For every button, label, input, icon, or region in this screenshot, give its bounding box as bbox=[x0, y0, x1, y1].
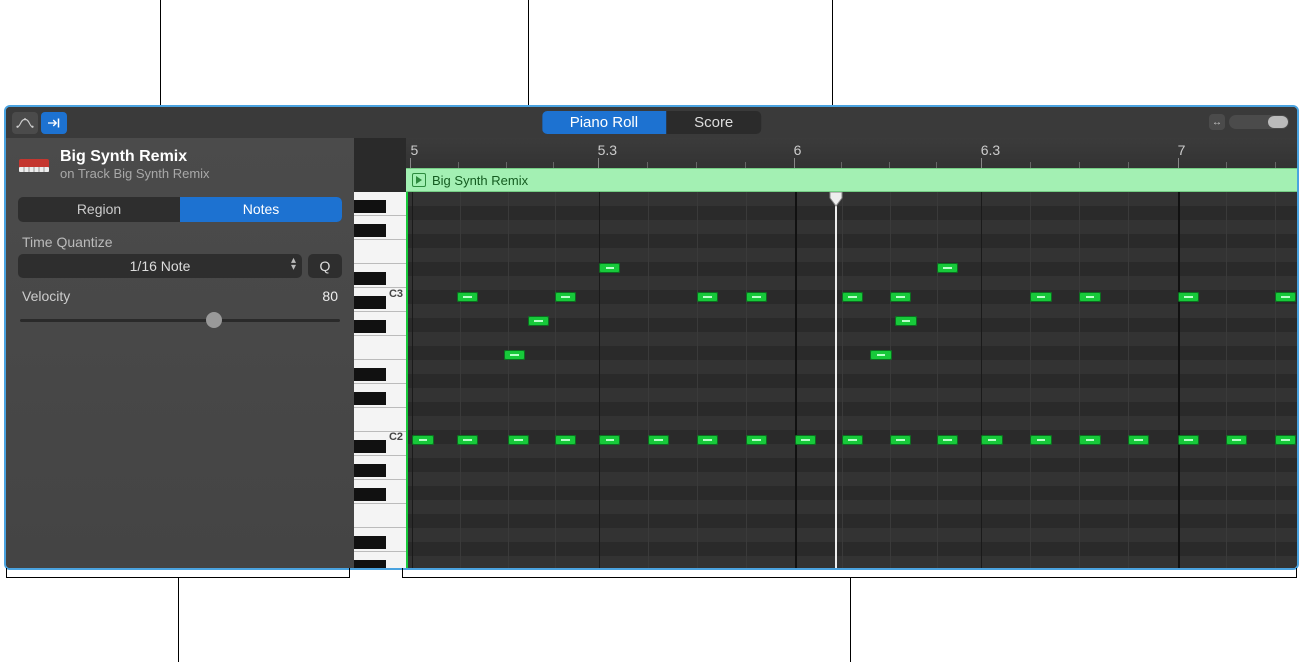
zoom-track bbox=[1229, 115, 1289, 129]
callout-line bbox=[528, 0, 529, 105]
quantize-label: Time Quantize bbox=[6, 222, 354, 254]
ruler-bar-label: 5 bbox=[410, 142, 418, 158]
chevron-updown-icon: ▴▾ bbox=[291, 257, 296, 271]
tab-region[interactable]: Region bbox=[18, 197, 180, 222]
midi-note[interactable] bbox=[457, 435, 478, 445]
tab-notes[interactable]: Notes bbox=[180, 197, 342, 222]
piano-keyboard[interactable]: C3 C2 bbox=[354, 192, 406, 568]
callout-bracket bbox=[402, 568, 1297, 578]
quantize-value: 1/16 Note bbox=[130, 258, 191, 274]
quantize-select[interactable]: 1/16 Note ▴▾ bbox=[18, 254, 302, 278]
midi-note[interactable] bbox=[842, 292, 863, 302]
callout-line bbox=[160, 0, 161, 105]
midi-note[interactable] bbox=[599, 263, 620, 273]
zoom-arrows-icon: ↔ bbox=[1209, 114, 1225, 130]
midi-note[interactable] bbox=[746, 435, 767, 445]
playhead-marker-icon bbox=[828, 192, 844, 208]
midi-note[interactable] bbox=[1275, 435, 1296, 445]
instrument-keyboard-icon bbox=[18, 153, 52, 177]
view-mode-segmented: Piano Roll Score bbox=[542, 111, 762, 134]
midi-note[interactable] bbox=[1079, 435, 1100, 445]
midi-note[interactable] bbox=[697, 435, 718, 445]
track-subtitle: on Track Big Synth Remix bbox=[60, 166, 210, 181]
midi-note[interactable] bbox=[870, 350, 891, 360]
key-label: C3 bbox=[389, 288, 403, 300]
midi-note[interactable] bbox=[1030, 435, 1051, 445]
ruler-bar-label: 6.3 bbox=[981, 142, 1000, 158]
midi-note[interactable] bbox=[697, 292, 718, 302]
tab-piano-roll[interactable]: Piano Roll bbox=[542, 111, 666, 134]
playhead[interactable] bbox=[835, 192, 837, 568]
midi-note[interactable] bbox=[504, 350, 525, 360]
callout-line bbox=[178, 578, 179, 662]
toolbar: Piano Roll Score ↔ bbox=[6, 107, 1297, 138]
inspector-panel: Big Synth Remix on Track Big Synth Remix… bbox=[6, 138, 354, 568]
time-ruler[interactable]: 5 5.3 6 6.3 7 bbox=[406, 138, 1297, 168]
midi-note[interactable] bbox=[1226, 435, 1247, 445]
region-strip[interactable]: Big Synth Remix bbox=[406, 168, 1297, 192]
midi-note[interactable] bbox=[648, 435, 669, 445]
midi-note[interactable] bbox=[1030, 292, 1051, 302]
midi-note[interactable] bbox=[746, 292, 767, 302]
midi-note[interactable] bbox=[508, 435, 529, 445]
quantize-apply-button[interactable]: Q bbox=[308, 254, 342, 278]
key-label: C2 bbox=[389, 431, 403, 443]
horizontal-zoom-slider[interactable]: ↔ bbox=[1209, 114, 1289, 130]
midi-note[interactable] bbox=[981, 435, 1002, 445]
track-title: Big Synth Remix bbox=[60, 148, 210, 166]
tab-score[interactable]: Score bbox=[666, 111, 761, 134]
midi-note[interactable] bbox=[1128, 435, 1149, 445]
midi-note[interactable] bbox=[1178, 435, 1199, 445]
midi-note[interactable] bbox=[937, 435, 958, 445]
midi-note[interactable] bbox=[890, 292, 911, 302]
region-notes-segmented: Region Notes bbox=[18, 197, 342, 222]
velocity-thumb[interactable] bbox=[206, 312, 222, 328]
ruler-bar-label: 5.3 bbox=[598, 142, 617, 158]
midi-note[interactable] bbox=[1079, 292, 1100, 302]
midi-note[interactable] bbox=[555, 292, 576, 302]
region-play-icon bbox=[412, 173, 426, 187]
ruler-bar-label: 6 bbox=[794, 142, 802, 158]
track-header: Big Synth Remix on Track Big Synth Remix bbox=[6, 138, 354, 185]
midi-note[interactable] bbox=[1275, 292, 1296, 302]
midi-note[interactable] bbox=[937, 263, 958, 273]
midi-note[interactable] bbox=[890, 435, 911, 445]
catch-playhead-button[interactable] bbox=[41, 112, 67, 134]
midi-note[interactable] bbox=[842, 435, 863, 445]
ruler-bar-label: 7 bbox=[1178, 142, 1186, 158]
midi-note[interactable] bbox=[795, 435, 816, 445]
zoom-thumb[interactable] bbox=[1268, 116, 1288, 128]
editor-window: Piano Roll Score ↔ Big Synth Remix on Tr… bbox=[4, 105, 1299, 570]
midi-note[interactable] bbox=[1178, 292, 1199, 302]
automation-curve-button[interactable] bbox=[12, 112, 38, 134]
midi-note[interactable] bbox=[457, 292, 478, 302]
midi-note[interactable] bbox=[528, 316, 549, 326]
note-grid[interactable] bbox=[406, 192, 1297, 568]
velocity-value: 80 bbox=[322, 288, 338, 304]
midi-note[interactable] bbox=[555, 435, 576, 445]
velocity-slider[interactable] bbox=[20, 310, 340, 330]
region-name: Big Synth Remix bbox=[432, 173, 528, 188]
midi-note[interactable] bbox=[895, 316, 916, 326]
callout-line bbox=[850, 578, 851, 662]
midi-note[interactable] bbox=[599, 435, 620, 445]
velocity-label: Velocity bbox=[22, 288, 70, 304]
midi-note[interactable] bbox=[412, 435, 433, 445]
callout-bracket bbox=[6, 568, 350, 578]
